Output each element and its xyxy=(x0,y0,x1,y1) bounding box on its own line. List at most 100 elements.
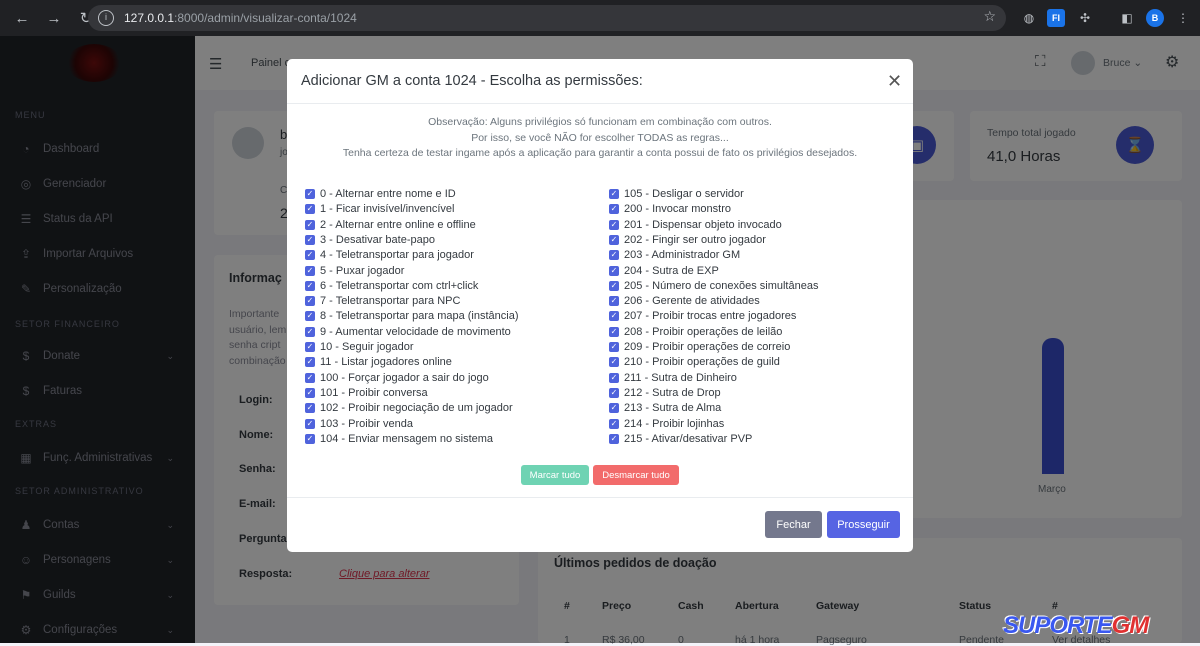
close-button[interactable]: Fechar xyxy=(765,511,822,538)
permission-row[interactable]: ✓ 6 - Teletransportar com ctrl+click xyxy=(305,279,478,293)
check-all-button[interactable]: Marcar tudo xyxy=(521,465,589,485)
permission-row[interactable]: ✓ 210 - Proibir operações de guild xyxy=(609,355,780,369)
permission-row[interactable]: ✓ 7 - Teletransportar para NPC xyxy=(305,294,460,308)
permission-checkbox[interactable]: ✓ xyxy=(609,189,619,199)
permission-row[interactable]: ✓ 211 - Sutra de Dinheiro xyxy=(609,371,737,385)
permission-checkbox[interactable]: ✓ xyxy=(305,357,315,368)
permission-label: 102 - Proibir negociação de um jogador xyxy=(320,402,513,415)
modal-title: Adicionar GM a conta 1024 - Escolha as p… xyxy=(301,73,643,89)
permission-checkbox[interactable]: ✓ xyxy=(305,326,315,337)
permission-checkbox[interactable]: ✓ xyxy=(609,418,619,429)
permission-label: 10 - Seguir jogador xyxy=(320,341,414,353)
permission-row[interactable]: ✓ 215 - Ativar/desativar PVP xyxy=(609,432,752,446)
permission-checkbox[interactable]: ✓ xyxy=(305,189,315,199)
permission-checkbox[interactable]: ✓ xyxy=(305,265,315,276)
permission-label: 101 - Proibir conversa xyxy=(320,386,428,399)
permission-row[interactable]: ✓ 2 - Alternar entre online e offline xyxy=(305,218,476,232)
permission-checkbox[interactable]: ✓ xyxy=(609,372,619,383)
permission-checkbox[interactable]: ✓ xyxy=(609,204,619,215)
permission-row[interactable]: ✓ 213 - Sutra de Alma xyxy=(609,401,721,415)
permission-checkbox[interactable]: ✓ xyxy=(609,296,619,307)
forward-icon[interactable]: → xyxy=(40,4,68,32)
proceed-button[interactable]: Prosseguir xyxy=(827,511,900,538)
permission-row[interactable]: ✓ 101 - Proibir conversa xyxy=(305,386,428,400)
profile-avatar[interactable]: B xyxy=(1146,9,1164,27)
permission-checkbox[interactable]: ✓ xyxy=(305,234,315,245)
permission-row[interactable]: ✓ 214 - Proibir lojinhas xyxy=(609,417,724,431)
permission-checkbox[interactable]: ✓ xyxy=(609,342,619,352)
permission-label: 9 - Aumentar velocidade de movimento xyxy=(320,325,511,338)
permission-row[interactable]: ✓ 10 - Seguir jogador xyxy=(305,340,414,354)
permission-checkbox[interactable]: ✓ xyxy=(609,219,619,230)
permission-row[interactable]: ✓ 209 - Proibir operações de correio xyxy=(609,340,790,354)
permission-label: 206 - Gerente de atividades xyxy=(624,295,760,308)
permission-checkbox[interactable]: ✓ xyxy=(305,204,315,215)
permission-checkbox[interactable]: ✓ xyxy=(305,342,315,352)
permission-checkbox[interactable]: ✓ xyxy=(609,403,619,414)
permission-checkbox[interactable]: ✓ xyxy=(305,433,315,444)
close-icon[interactable]: ✕ xyxy=(887,71,902,92)
permission-checkbox[interactable]: ✓ xyxy=(305,311,315,322)
permission-row[interactable]: ✓ 102 - Proibir negociação de um jogador xyxy=(305,401,513,415)
permission-checkbox[interactable]: ✓ xyxy=(609,311,619,322)
url-path: :8000/admin/visualizar-conta/1024 xyxy=(174,11,357,25)
permission-row[interactable]: ✓ 201 - Dispensar objeto invocado xyxy=(609,218,782,232)
permission-label: 5 - Puxar jogador xyxy=(320,264,405,277)
permission-checkbox[interactable]: ✓ xyxy=(609,280,619,291)
permission-row[interactable]: ✓ 11 - Listar jogadores online xyxy=(305,355,452,369)
permission-checkbox[interactable]: ✓ xyxy=(609,265,619,276)
side-panel-icon[interactable]: ◧ xyxy=(1118,9,1136,27)
permission-row[interactable]: ✓ 204 - Sutra de EXP xyxy=(609,264,719,278)
permission-checkbox[interactable]: ✓ xyxy=(609,433,619,444)
permission-row[interactable]: ✓ 205 - Número de conexões simultâneas xyxy=(609,279,818,293)
permission-row[interactable]: ✓ 9 - Aumentar velocidade de movimento xyxy=(305,325,511,339)
permission-row[interactable]: ✓ 203 - Administrador GM xyxy=(609,248,740,262)
permission-row[interactable]: ✓ 200 - Invocar monstro xyxy=(609,202,731,216)
globe-icon[interactable]: ◍ xyxy=(1020,9,1038,27)
modal-note-2: Por isso, se você NÃO for escolher TODAS… xyxy=(471,132,729,144)
permission-row[interactable]: ✓ 207 - Proibir trocas entre jogadores xyxy=(609,309,796,323)
permission-checkbox[interactable]: ✓ xyxy=(305,296,315,307)
permission-checkbox[interactable]: ✓ xyxy=(609,357,619,368)
permission-checkbox[interactable]: ✓ xyxy=(609,387,619,398)
back-icon[interactable]: ← xyxy=(8,4,36,32)
permission-row[interactable]: ✓ 1 - Ficar invisível/invencível xyxy=(305,202,455,216)
permission-row[interactable]: ✓ 105 - Desligar o servidor xyxy=(609,187,744,201)
permission-label: 7 - Teletransportar para NPC xyxy=(320,295,461,308)
permission-row[interactable]: ✓ 8 - Teletransportar para mapa (instânci… xyxy=(305,309,519,323)
permission-checkbox[interactable]: ✓ xyxy=(609,250,619,261)
browser-menu-icon[interactable]: ⋮ xyxy=(1174,9,1192,27)
permission-row[interactable]: ✓ 3 - Desativar bate-papo xyxy=(305,233,435,247)
permission-row[interactable]: ✓ 4 - Teletransportar para jogador xyxy=(305,248,474,262)
permission-checkbox[interactable]: ✓ xyxy=(305,403,315,414)
permission-row[interactable]: ✓ 0 - Alternar entre nome e ID xyxy=(305,187,456,201)
modal-note-3: Tenha certeza de testar ingame após a ap… xyxy=(342,147,858,159)
permission-row[interactable]: ✓ 202 - Fingir ser outro jogador xyxy=(609,233,766,247)
extensions-puzzle-icon[interactable]: ✣ xyxy=(1076,9,1094,27)
permission-checkbox[interactable]: ✓ xyxy=(609,234,619,245)
extension-fi-icon[interactable]: FI xyxy=(1047,9,1065,27)
permission-label: 1 - Ficar invisível/invencível xyxy=(320,203,455,216)
permission-row[interactable]: ✓ 208 - Proibir operações de leilão xyxy=(609,325,782,339)
permission-row[interactable]: ✓ 206 - Gerente de atividades xyxy=(609,294,760,308)
permission-row[interactable]: ✓ 104 - Enviar mensagem no sistema xyxy=(305,432,493,446)
permission-checkbox[interactable]: ✓ xyxy=(305,280,315,291)
permission-label: 210 - Proibir operações de guild xyxy=(624,356,780,369)
permission-checkbox[interactable]: ✓ xyxy=(609,326,619,337)
permission-row[interactable]: ✓ 103 - Proibir venda xyxy=(305,417,413,431)
permission-row[interactable]: ✓ 5 - Puxar jogador xyxy=(305,264,404,278)
permission-row[interactable]: ✓ 212 - Sutra de Drop xyxy=(609,386,721,400)
site-info-icon[interactable]: i xyxy=(98,10,114,26)
permission-checkbox[interactable]: ✓ xyxy=(305,372,315,383)
permission-checkbox[interactable]: ✓ xyxy=(305,250,315,261)
permission-checkbox[interactable]: ✓ xyxy=(305,418,315,429)
uncheck-all-button[interactable]: Desmarcar tudo xyxy=(593,465,679,485)
permission-checkbox[interactable]: ✓ xyxy=(305,387,315,398)
permission-label: 103 - Proibir venda xyxy=(320,417,413,430)
address-bar[interactable]: i 127.0.0.1:8000/admin/visualizar-conta/… xyxy=(88,5,1006,31)
permission-label: 200 - Invocar monstro xyxy=(624,203,731,216)
watermark-text-b: GM xyxy=(1111,612,1150,639)
permission-checkbox[interactable]: ✓ xyxy=(305,219,315,230)
bookmark-star-icon[interactable]: ☆ xyxy=(983,8,996,25)
permission-row[interactable]: ✓ 100 - Forçar jogador a sair do jogo xyxy=(305,371,489,385)
